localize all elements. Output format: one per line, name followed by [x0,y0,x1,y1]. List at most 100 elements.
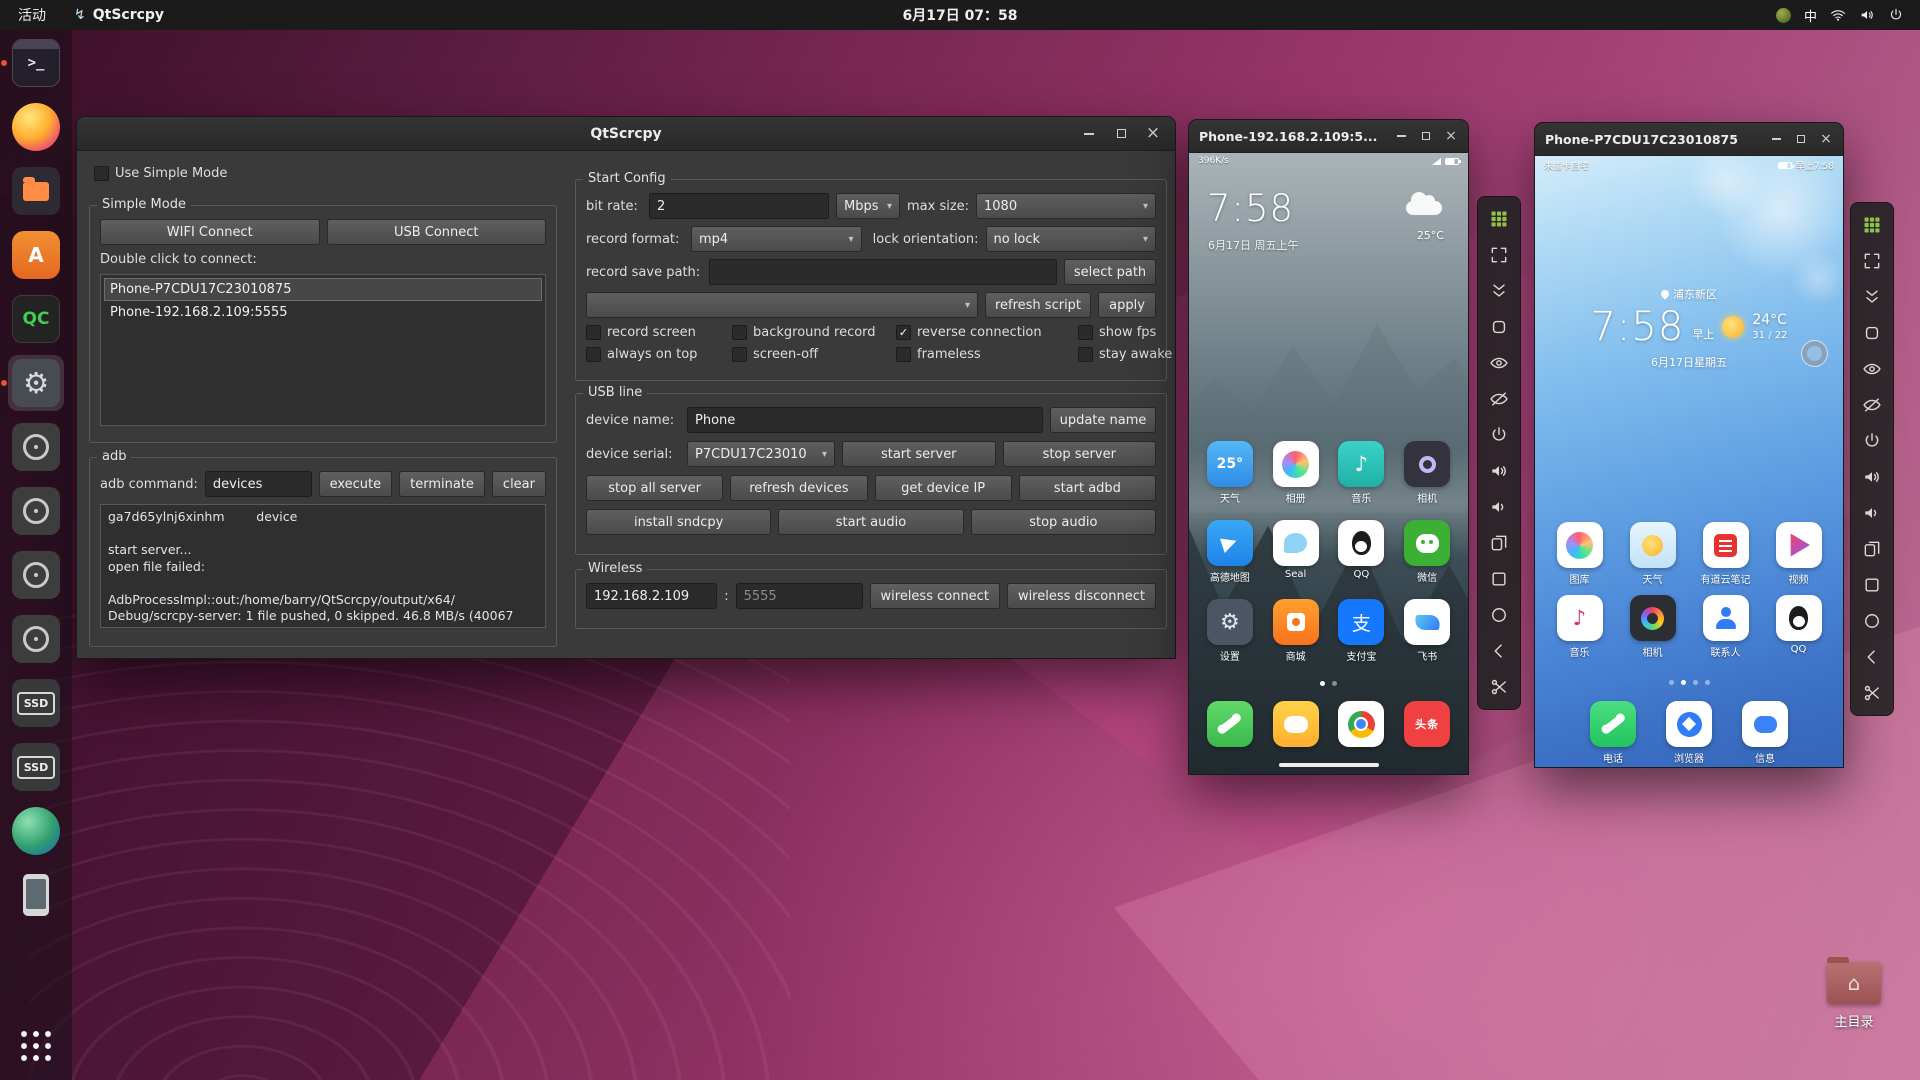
clock-menu[interactable]: 6月17日 07：58 [902,5,1017,25]
checkbox-stay-awake[interactable]: stay awake [1078,347,1172,362]
lock-orientation-combo[interactable]: no lock ▾ [985,226,1156,252]
device-list-item[interactable]: Phone-192.168.2.109:5555 [104,301,542,324]
volume-down-icon[interactable] [1856,497,1888,529]
app-Seal[interactable]: Seal [1265,520,1327,581]
install-sndcpy-button[interactable]: install sndcpy [586,509,772,535]
app-menu[interactable]: ↯ QtScrcpy [64,7,174,23]
bit-rate-input[interactable] [649,193,829,219]
checkbox-frameless[interactable]: frameless [896,347,1078,362]
show-screen-icon[interactable] [1483,347,1515,379]
dock-item-device-window[interactable] [8,611,64,667]
dock-item-ubuntu-software[interactable]: A [8,227,64,283]
app-飞书[interactable]: 飞书 [1396,599,1458,663]
home-icon[interactable] [1483,599,1515,631]
menu-icon[interactable] [1856,569,1888,601]
device-list[interactable]: Phone-P7CDU17C23010875 Phone-192.168.2.10… [100,274,546,426]
apply-button[interactable]: apply [1098,292,1156,318]
wifi-connect-button[interactable]: WIFI Connect [100,219,320,245]
touch-icon[interactable] [1856,317,1888,349]
dock-item-device-window[interactable] [8,483,64,539]
app-grid-icon[interactable] [1483,203,1515,235]
hide-screen-icon[interactable] [1483,383,1515,415]
dock-item-ssd-drive[interactable]: SSD [8,675,64,731]
script-combo[interactable]: ▾ [586,292,978,318]
volume-up-icon[interactable] [1483,455,1515,487]
bit-rate-unit-combo[interactable]: Mbps ▾ [836,193,900,219]
system-tray[interactable]: 中 [1775,6,1920,25]
power-icon[interactable] [1483,419,1515,451]
screenshot-icon[interactable] [1856,677,1888,709]
stop-audio-button[interactable]: stop audio [970,509,1156,535]
app-支付宝[interactable]: 支支付宝 [1330,599,1392,663]
phone1-screen[interactable]: 396K/s 7:58 6月17日 周五上午 25°C 25° 天气 相册 ♪ 音乐 相机… [1189,153,1468,774]
app-视频[interactable]: 视频 [1768,522,1830,586]
wireless-disconnect-button[interactable]: wireless disconnect [1006,583,1156,609]
close-button[interactable]: × [1143,124,1163,144]
refresh-script-button[interactable]: refresh script [985,292,1091,318]
menu-icon[interactable] [1483,563,1515,595]
hide-screen-icon[interactable] [1856,389,1888,421]
assistive-ball[interactable] [1801,340,1828,367]
fullscreen-icon[interactable] [1856,245,1888,277]
app-QQ[interactable]: QQ [1330,520,1392,581]
dock-item-show-apps[interactable] [8,1018,64,1074]
device-name-input[interactable] [687,407,1043,433]
checkbox-reverse-connection[interactable]: ✓ reverse connection [896,325,1078,340]
checkbox-background-record[interactable]: background record [732,325,896,340]
minimize-button[interactable] [1393,128,1409,144]
app-相册[interactable]: 相册 [1265,441,1327,505]
use-simple-mode-checkbox[interactable]: Use Simple Mode [94,166,227,181]
terminate-button[interactable]: terminate [399,471,485,497]
dock-item-disk-usage[interactable] [8,803,64,859]
refresh-devices-button[interactable]: refresh devices [730,475,868,501]
dock-item-settings-gear[interactable]: ⚙ [1,355,64,411]
usb-connect-button[interactable]: USB Connect [326,219,546,245]
dock-item-phone-device[interactable] [8,867,64,923]
device-list-item[interactable]: Phone-P7CDU17C23010875 [104,278,542,301]
start-adbd-button[interactable]: start adbd [1018,475,1156,501]
app-mi-phone[interactable] [1199,701,1261,747]
minimize-button[interactable] [1768,131,1784,147]
app-联系人[interactable]: 联系人 [1695,595,1757,659]
app-音乐[interactable]: ♪ 音乐 [1330,441,1392,505]
stop-server-button[interactable]: stop server [1002,441,1156,467]
execute-button[interactable]: execute [318,471,393,497]
app-微信[interactable]: 微信 [1396,520,1458,584]
dock-item-terminal[interactable]: >_ [1,35,64,91]
wireless-ip-input[interactable] [586,583,718,609]
app-toutiao[interactable]: 头条 [1396,701,1458,747]
checkbox-show-fps[interactable]: show fps [1078,325,1156,340]
select-path-button[interactable]: select path [1064,259,1156,285]
app-设置[interactable]: ⚙ 设置 [1199,599,1261,663]
device-serial-combo[interactable]: P7CDU17C23010 ▾ [687,441,835,467]
app-浏览器[interactable]: 浏览器 [1658,701,1720,765]
app-switch-icon[interactable] [1483,527,1515,559]
close-button[interactable]: × [1443,128,1459,144]
dock-item-orange-app[interactable] [8,163,64,219]
adb-log-output[interactable]: ga7d65ylnj6xinhm device start server... … [100,504,546,628]
show-screen-icon[interactable] [1856,353,1888,385]
update-name-button[interactable]: update name [1050,407,1156,433]
app-电话[interactable]: 电话 [1582,701,1644,765]
app-grid-icon[interactable] [1856,209,1888,241]
wireless-connect-button[interactable]: wireless connect [869,583,1000,609]
maximize-button[interactable] [1793,131,1809,147]
record-save-path-input[interactable] [709,259,1057,285]
dock-item-firefox[interactable] [8,99,64,155]
screenshot-icon[interactable] [1483,671,1515,703]
app-chrome[interactable] [1330,701,1392,747]
app-天气[interactable]: 25° 天气 [1199,441,1261,505]
app-mi-sms[interactable] [1265,701,1327,747]
clear-button[interactable]: clear [491,471,546,497]
record-format-combo[interactable]: mp4 ▾ [691,226,862,252]
close-button[interactable]: × [1818,131,1834,147]
collapse-icon[interactable] [1856,281,1888,313]
back-icon[interactable] [1483,635,1515,667]
checkbox-always-on-top[interactable]: always on top [586,347,732,362]
app-信息[interactable]: 信息 [1734,701,1796,765]
phone2-titlebar[interactable]: Phone-P7CDU17C23010875 × [1535,123,1843,156]
back-icon[interactable] [1856,641,1888,673]
volume-down-icon[interactable] [1483,491,1515,523]
app-天气[interactable]: 天气 [1622,522,1684,586]
checkbox-screen-off[interactable]: screen-off [732,347,896,362]
